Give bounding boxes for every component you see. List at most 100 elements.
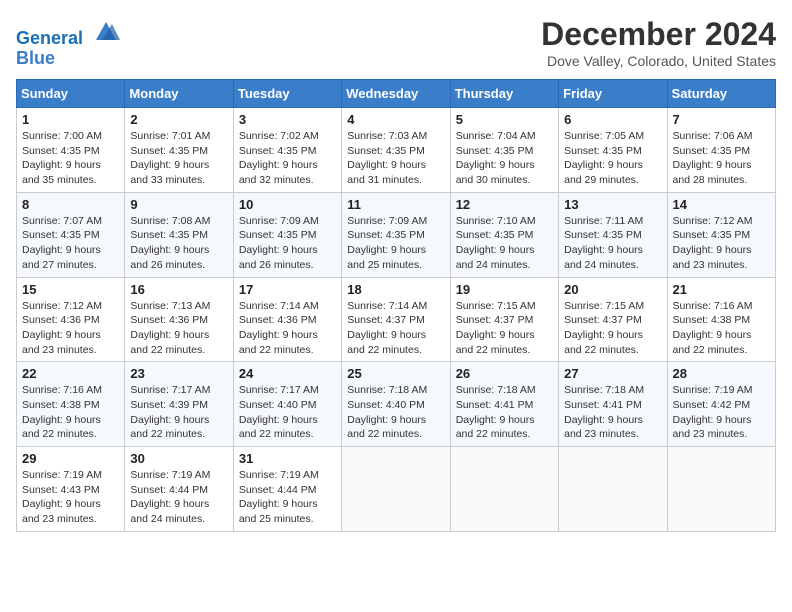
calendar-body: 1 Sunrise: 7:00 AMSunset: 4:35 PMDaylight… (17, 108, 776, 532)
calendar-day-cell: 7 Sunrise: 7:06 AMSunset: 4:35 PMDaylight… (667, 108, 775, 193)
calendar-day-cell (342, 447, 450, 532)
day-info: Sunrise: 7:16 AMSunset: 4:38 PMDaylight:… (22, 383, 119, 442)
calendar-day-cell: 17 Sunrise: 7:14 AMSunset: 4:36 PMDayligh… (233, 277, 341, 362)
calendar-day-cell: 8Sunrise: 7:07 AMSunset: 4:35 PMDaylight… (17, 192, 125, 277)
calendar-day-cell: 19 Sunrise: 7:15 AMSunset: 4:37 PMDayligh… (450, 277, 558, 362)
day-number: 2 (130, 112, 227, 127)
calendar-week-row: 15 Sunrise: 7:12 AMSunset: 4:36 PMDayligh… (17, 277, 776, 362)
calendar-day-cell (559, 447, 667, 532)
calendar-day-cell: 24 Sunrise: 7:17 AMSunset: 4:40 PMDayligh… (233, 362, 341, 447)
day-info: Sunrise: 7:15 AMSunset: 4:37 PMDaylight:… (564, 299, 661, 358)
day-number: 9 (130, 197, 227, 212)
day-info: Sunrise: 7:08 AMSunset: 4:35 PMDaylight:… (130, 214, 227, 273)
month-title: December 2024 (541, 16, 776, 53)
calendar-day-cell: 4 Sunrise: 7:03 AMSunset: 4:35 PMDaylight… (342, 108, 450, 193)
calendar-header-sunday: Sunday (17, 80, 125, 108)
day-number: 17 (239, 282, 336, 297)
calendar-day-cell: 27 Sunrise: 7:18 AMSunset: 4:41 PMDayligh… (559, 362, 667, 447)
day-info: Sunrise: 7:19 AMSunset: 4:42 PMDaylight:… (673, 383, 770, 442)
day-info: Sunrise: 7:16 AMSunset: 4:38 PMDaylight:… (673, 299, 770, 358)
calendar-day-cell: 12 Sunrise: 7:10 AMSunset: 4:35 PMDayligh… (450, 192, 558, 277)
calendar-day-cell: 26 Sunrise: 7:18 AMSunset: 4:41 PMDayligh… (450, 362, 558, 447)
day-number: 30 (130, 451, 227, 466)
day-number: 11 (347, 197, 444, 212)
day-info: Sunrise: 7:02 AMSunset: 4:35 PMDaylight:… (239, 129, 336, 188)
day-number: 20 (564, 282, 661, 297)
calendar-header-row: SundayMondayTuesdayWednesdayThursdayFrid… (17, 80, 776, 108)
day-info: Sunrise: 7:11 AMSunset: 4:35 PMDaylight:… (564, 214, 661, 273)
day-info: Sunrise: 7:19 AMSunset: 4:44 PMDaylight:… (239, 468, 336, 527)
logo-blue: Blue (16, 49, 120, 69)
day-number: 31 (239, 451, 336, 466)
calendar-day-cell: 14 Sunrise: 7:12 AMSunset: 4:35 PMDayligh… (667, 192, 775, 277)
day-number: 25 (347, 366, 444, 381)
logo-text: General (16, 16, 120, 49)
day-info: Sunrise: 7:06 AMSunset: 4:35 PMDaylight:… (673, 129, 770, 188)
calendar-day-cell: 10 Sunrise: 7:09 AMSunset: 4:35 PMDayligh… (233, 192, 341, 277)
logo-icon (92, 16, 120, 44)
day-number: 10 (239, 197, 336, 212)
calendar-day-cell: 25 Sunrise: 7:18 AMSunset: 4:40 PMDayligh… (342, 362, 450, 447)
calendar-day-cell: 23 Sunrise: 7:17 AMSunset: 4:39 PMDayligh… (125, 362, 233, 447)
day-info: Sunrise: 7:03 AMSunset: 4:35 PMDaylight:… (347, 129, 444, 188)
calendar-day-cell: 30Sunrise: 7:19 AMSunset: 4:44 PMDayligh… (125, 447, 233, 532)
day-number: 5 (456, 112, 553, 127)
calendar-day-cell: 28 Sunrise: 7:19 AMSunset: 4:42 PMDayligh… (667, 362, 775, 447)
calendar-day-cell: 6Sunrise: 7:05 AMSunset: 4:35 PMDaylight… (559, 108, 667, 193)
day-info: Sunrise: 7:18 AMSunset: 4:41 PMDaylight:… (564, 383, 661, 442)
logo: General Blue (16, 16, 120, 69)
day-number: 16 (130, 282, 227, 297)
page-header: General Blue December 2024 Dove Valley, … (16, 16, 776, 69)
day-info: Sunrise: 7:17 AMSunset: 4:40 PMDaylight:… (239, 383, 336, 442)
title-area: December 2024 Dove Valley, Colorado, Uni… (541, 16, 776, 69)
location: Dove Valley, Colorado, United States (541, 53, 776, 69)
calendar-day-cell (450, 447, 558, 532)
day-number: 26 (456, 366, 553, 381)
day-number: 27 (564, 366, 661, 381)
calendar-day-cell: 9 Sunrise: 7:08 AMSunset: 4:35 PMDaylight… (125, 192, 233, 277)
calendar-week-row: 8Sunrise: 7:07 AMSunset: 4:35 PMDaylight… (17, 192, 776, 277)
calendar-header-thursday: Thursday (450, 80, 558, 108)
calendar-day-cell: 3 Sunrise: 7:02 AMSunset: 4:35 PMDaylight… (233, 108, 341, 193)
day-number: 22 (22, 366, 119, 381)
calendar-day-cell: 31 Sunrise: 7:19 AMSunset: 4:44 PMDayligh… (233, 447, 341, 532)
day-number: 29 (22, 451, 119, 466)
calendar-day-cell: 18Sunrise: 7:14 AMSunset: 4:37 PMDayligh… (342, 277, 450, 362)
calendar-header-saturday: Saturday (667, 80, 775, 108)
day-number: 13 (564, 197, 661, 212)
day-info: Sunrise: 7:17 AMSunset: 4:39 PMDaylight:… (130, 383, 227, 442)
day-number: 1 (22, 112, 119, 127)
day-info: Sunrise: 7:12 AMSunset: 4:35 PMDaylight:… (673, 214, 770, 273)
day-info: Sunrise: 7:01 AMSunset: 4:35 PMDaylight:… (130, 129, 227, 188)
day-number: 24 (239, 366, 336, 381)
day-info: Sunrise: 7:00 AMSunset: 4:35 PMDaylight:… (22, 129, 119, 188)
day-number: 4 (347, 112, 444, 127)
day-info: Sunrise: 7:10 AMSunset: 4:35 PMDaylight:… (456, 214, 553, 273)
day-info: Sunrise: 7:18 AMSunset: 4:41 PMDaylight:… (456, 383, 553, 442)
calendar-day-cell: 21Sunrise: 7:16 AMSunset: 4:38 PMDayligh… (667, 277, 775, 362)
day-number: 6 (564, 112, 661, 127)
day-number: 19 (456, 282, 553, 297)
day-number: 28 (673, 366, 770, 381)
calendar-day-cell: 22 Sunrise: 7:16 AMSunset: 4:38 PMDayligh… (17, 362, 125, 447)
day-info: Sunrise: 7:15 AMSunset: 4:37 PMDaylight:… (456, 299, 553, 358)
day-info: Sunrise: 7:04 AMSunset: 4:35 PMDaylight:… (456, 129, 553, 188)
day-info: Sunrise: 7:12 AMSunset: 4:36 PMDaylight:… (22, 299, 119, 358)
calendar-day-cell: 13 Sunrise: 7:11 AMSunset: 4:35 PMDayligh… (559, 192, 667, 277)
day-info: Sunrise: 7:14 AMSunset: 4:36 PMDaylight:… (239, 299, 336, 358)
day-number: 15 (22, 282, 119, 297)
day-number: 23 (130, 366, 227, 381)
calendar-header-tuesday: Tuesday (233, 80, 341, 108)
calendar-day-cell (667, 447, 775, 532)
day-info: Sunrise: 7:18 AMSunset: 4:40 PMDaylight:… (347, 383, 444, 442)
day-number: 12 (456, 197, 553, 212)
day-number: 3 (239, 112, 336, 127)
day-info: Sunrise: 7:07 AMSunset: 4:35 PMDaylight:… (22, 214, 119, 273)
calendar-day-cell: 1 Sunrise: 7:00 AMSunset: 4:35 PMDaylight… (17, 108, 125, 193)
day-number: 7 (673, 112, 770, 127)
calendar-header-friday: Friday (559, 80, 667, 108)
day-number: 14 (673, 197, 770, 212)
calendar-day-cell: 5 Sunrise: 7:04 AMSunset: 4:35 PMDaylight… (450, 108, 558, 193)
day-info: Sunrise: 7:14 AMSunset: 4:37 PMDaylight:… (347, 299, 444, 358)
day-info: Sunrise: 7:09 AMSunset: 4:35 PMDaylight:… (239, 214, 336, 273)
